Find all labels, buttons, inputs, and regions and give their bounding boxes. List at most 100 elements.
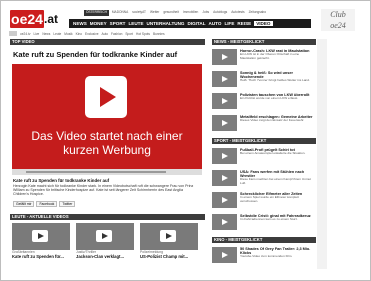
nav-item-digital[interactable]: DIGITAL [187, 21, 205, 26]
right-column: NEWS - MEISTGEKLICKT Horror-Crash: LKW r… [212, 39, 316, 265]
video-thumbnail[interactable] [212, 115, 237, 131]
top-link[interactable]: Zeitungsabo [248, 10, 268, 16]
club-logo[interactable]: Club oe24 [321, 9, 355, 31]
web-page: ÖSTERREICH MADONNA societyAT Wetter gesu… [9, 5, 363, 275]
item-description: Ein Polizist wurde von einem LKW erfasst… [240, 96, 299, 101]
top-video-header: TOP VIDEO [10, 39, 205, 45]
top-link[interactable]: Autotests [230, 10, 245, 16]
item-description: Diese Fans machten bei einem Kampf ihrem… [240, 177, 312, 185]
twitter-button[interactable]: Twitter [59, 200, 76, 207]
top-link[interactable]: Immobilien [182, 10, 199, 16]
subnav-item[interactable]: Kino [76, 32, 82, 36]
list-item[interactable]: Horror-Crash: LKW rast in Maulstation Ein… [212, 49, 316, 67]
tv-icon[interactable] [9, 31, 17, 36]
subnav-item[interactable]: Auto [101, 32, 108, 36]
news-most-clicked-header: NEWS - MEISTGEKLICKT [212, 39, 316, 45]
nav-item-video[interactable]: VIDEO [254, 21, 273, 26]
subnav-item[interactable]: Leute [53, 32, 61, 36]
subnav-item[interactable]: Live [33, 32, 39, 36]
share-bar: Gefällt mir Facebook Twitter [13, 200, 205, 207]
subnav-item[interactable]: Exclusive [85, 32, 98, 36]
video-thumbnail[interactable] [212, 170, 237, 186]
player-ad-notice: Das Video startet nach einer kurzen Werb… [31, 129, 183, 157]
nav-item-life[interactable]: LIFE [224, 21, 234, 26]
subnav-item[interactable]: Fashion [111, 32, 122, 36]
leute-titles: Kate ruft zu Spenden für... Jackson-Clan… [12, 254, 205, 259]
list-item[interactable]: Schrecklicher Elfmeter aller Zeiten In ei… [212, 192, 316, 210]
sport-most-clicked-header: SPORT - MEISTGEKLICKT [212, 138, 316, 144]
subnav-item[interactable]: oe24.tv [20, 32, 30, 36]
play-icon [160, 229, 176, 242]
club-line1: Club [330, 10, 346, 19]
leute-videos-header: LEUTE - AKTUELLE VIDEOS [10, 213, 205, 220]
video-thumbnail[interactable] [140, 222, 198, 250]
list-item[interactable]: 50 Shades Of Grey Fan Trailer: 2,3 Mio. … [212, 247, 316, 265]
thumbnail-title[interactable]: Jackson-Clan verklagt... [76, 254, 134, 259]
like-button[interactable]: Gefällt mir [13, 200, 35, 207]
top-links-bar: ÖSTERREICH MADONNA societyAT Wetter gesu… [84, 10, 267, 16]
top-link[interactable]: MADONNA [111, 10, 129, 16]
club-line2: oe24 [330, 21, 346, 30]
top-link[interactable]: societyAT [131, 10, 147, 16]
main-navigation: NEWS MONEY SPORT LEUTE UNTERHALTUNG DIGI… [69, 19, 311, 28]
video-thumbnail[interactable] [212, 247, 237, 263]
nav-item-reise[interactable]: REISE [237, 21, 251, 26]
item-description: Im Fahrradrennen kam es zu einem Sturz. [240, 217, 298, 222]
sub-navigation: oe24.tv Live News Leute Musik Kino Exclu… [9, 30, 309, 37]
video-player[interactable]: Das Video startet nach einer kurzen Werb… [12, 64, 202, 169]
logo-mark: oe24 [10, 10, 44, 28]
video-thumbnail[interactable] [212, 49, 237, 65]
video-description: Herzogin Kate macht sich für todkranke K… [13, 184, 194, 197]
video-thumbnail[interactable] [12, 222, 70, 250]
list-item[interactable]: Sonnig & heiß: So wird unser Wochenende H… [212, 71, 316, 89]
video-thumbnail[interactable] [212, 192, 237, 208]
main-column: TOP VIDEO Kate ruft zu Spenden für todkr… [10, 39, 205, 259]
subnav-item[interactable]: Bunnies [153, 32, 165, 36]
sidebar-ad-space [317, 39, 327, 269]
video-thumbnail[interactable] [212, 214, 237, 230]
site-logo[interactable]: oe24 .at [10, 10, 66, 32]
player-controls[interactable] [12, 169, 202, 175]
progress-bar[interactable] [26, 171, 166, 173]
play-icon [96, 229, 112, 242]
play-icon[interactable] [85, 76, 127, 118]
list-item[interactable]: Selbstdie Cristi: ginal mit Fahrradkreuz… [212, 214, 316, 232]
nav-item-auto[interactable]: AUTO [209, 21, 222, 26]
item-description: Ein LKW ist in der Oberen Ortschaft in e… [240, 52, 300, 60]
list-item[interactable]: Metallfeld erschlagen: Gemeine Arbeiter D… [212, 115, 316, 133]
list-item[interactable]: USA: Fans werfen mit Stühlen nach Wrestl… [212, 170, 316, 188]
nav-item-sport[interactable]: SPORT [110, 21, 126, 26]
top-link[interactable]: Jobs [201, 10, 210, 16]
subnav-item[interactable]: Hot Spots [136, 32, 150, 36]
list-item[interactable]: Polizisten tauschen von LKW überrollt Ein… [212, 93, 316, 111]
nav-item-money[interactable]: MONEY [90, 21, 107, 26]
top-link[interactable]: Wetter [149, 10, 160, 16]
browser-frame: ÖSTERREICH MADONNA societyAT Wetter gesu… [0, 0, 371, 281]
thumbnail-title[interactable]: Kate ruft zu Spenden für... [12, 254, 70, 259]
item-description: Heiß: 'Hoch Yvonne' bringt heißes Wetter… [240, 78, 310, 83]
video-thumbnail[interactable] [212, 71, 237, 87]
logo-suffix: .at [44, 12, 59, 26]
subnav-item[interactable]: Sport [125, 32, 133, 36]
play-icon [32, 229, 48, 242]
subnav-item[interactable]: Musik [64, 32, 72, 36]
nav-item-unterhaltung[interactable]: UNTERHALTUNG [147, 21, 185, 26]
leute-thumbnails [12, 222, 205, 250]
top-video-title[interactable]: Kate ruft zu Spenden für todkranke Kinde… [13, 50, 205, 64]
video-thumbnail[interactable] [76, 222, 134, 250]
top-link[interactable]: ÖSTERREICH [84, 10, 109, 16]
item-description: Bei einem Amateurspiel eskalierte die Si… [240, 151, 306, 156]
item-description: Dieses Video zeigt den Einsatz der Feuer… [240, 118, 305, 123]
item-description: Youtube-Video zum kommenden Film. [240, 254, 293, 259]
video-thumbnail[interactable] [212, 93, 237, 109]
thumbnail-title[interactable]: US-Polizist Champ mit... [140, 254, 198, 259]
video-thumbnail[interactable] [212, 148, 237, 164]
list-item[interactable]: Fußball-Profi prügelt Schiri tot Bei eine… [212, 148, 316, 166]
subnav-item[interactable]: News [42, 32, 50, 36]
nav-item-leute[interactable]: LEUTE [128, 21, 143, 26]
facebook-button[interactable]: Facebook [36, 200, 58, 207]
top-link[interactable]: Autoblogs [212, 10, 228, 16]
nav-item-news[interactable]: NEWS [73, 21, 87, 26]
top-link[interactable]: gesundheit [162, 10, 180, 16]
kino-most-clicked-header: KINO - MEISTGEKLICKT [212, 237, 316, 243]
